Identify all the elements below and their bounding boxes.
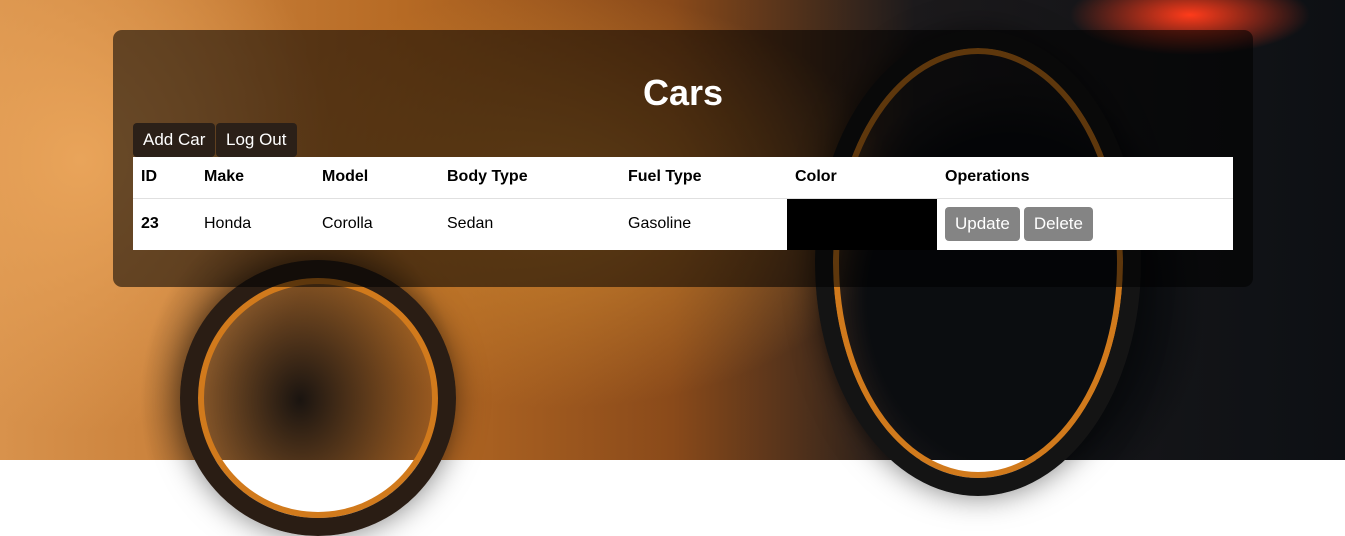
cell-color: [787, 198, 937, 250]
cell-id: 23: [141, 215, 159, 232]
column-header-fuel-type: Fuel Type: [620, 157, 787, 199]
cell-make: Honda: [204, 215, 252, 232]
cell-body-type: Sedan: [447, 215, 494, 232]
cars-table: ID Make Model Body Type Fuel Type Color …: [133, 157, 1233, 250]
color-swatch: [787, 198, 937, 250]
cell-model: Corolla: [322, 215, 373, 232]
cell-fuel-type: Gasoline: [628, 215, 692, 232]
column-header-make: Make: [196, 157, 314, 199]
column-header-body-type: Body Type: [439, 157, 620, 199]
table-header-row: ID Make Model Body Type Fuel Type Color …: [133, 157, 1233, 199]
update-button[interactable]: Update: [945, 207, 1020, 241]
table-row: 23 Honda Corolla Sedan Gasoline Update De…: [133, 198, 1233, 250]
cell-operations: Update Delete: [937, 198, 1233, 250]
delete-button[interactable]: Delete: [1023, 207, 1093, 241]
column-header-color: Color: [787, 157, 937, 199]
page-title: Cars: [642, 72, 724, 113]
column-header-operations: Operations: [937, 157, 1233, 199]
car-wheel-left: [180, 260, 456, 536]
column-header-id: ID: [133, 157, 196, 199]
cars-panel: Cars Add Car Log Out ID Make Model Body …: [113, 30, 1253, 287]
add-car-button[interactable]: Add Car: [133, 123, 216, 157]
log-out-button[interactable]: Log Out: [216, 123, 297, 157]
column-header-model: Model: [314, 157, 439, 199]
